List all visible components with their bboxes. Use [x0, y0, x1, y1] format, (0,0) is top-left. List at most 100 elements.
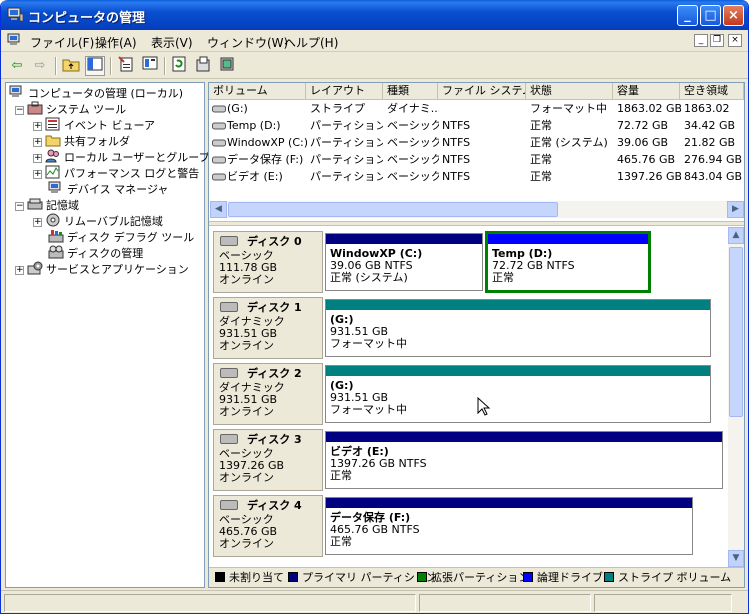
legend-swatch [417, 572, 427, 582]
disk-name: ディスク 1 [247, 301, 302, 314]
tree-item-disk-management[interactable]: ディスクの管理 [48, 245, 144, 261]
close-button[interactable]: × [723, 5, 744, 26]
tree-item-services[interactable]: + サービスとアプリケーション [15, 261, 189, 277]
tree-item-device-manager[interactable]: デバイス マネージャ [48, 181, 168, 197]
toolbar-separator [110, 57, 112, 75]
column-header-layout[interactable]: レイアウト [306, 83, 383, 99]
settings-icon[interactable] [217, 56, 237, 76]
partition-block[interactable]: データ保存 (F:) 465.76 GB NTFS 正常 [325, 497, 693, 555]
disk-info[interactable]: ディスク 3 ベーシック 1397.26 GB オンライン [213, 429, 323, 491]
tree-label: ディスクの管理 [67, 247, 144, 260]
volume-row[interactable]: データ保存 (F:) パーティション ベーシック NTFS 正常 465.76 GB 276… [209, 151, 744, 168]
refresh-icon[interactable] [169, 56, 189, 76]
tree-label: システム ツール [46, 103, 127, 116]
disk-info[interactable]: ディスク 2 ダイナミック 931.51 GB オンライン [213, 363, 323, 425]
expand-icon[interactable]: + [15, 266, 24, 275]
child-close-button[interactable]: × [728, 34, 742, 47]
disk-info[interactable]: ディスク 4 ベーシック 465.76 GB オンライン [213, 495, 323, 557]
menu-view[interactable]: 表示(V) [151, 34, 193, 51]
up-folder-icon[interactable] [61, 56, 81, 76]
expand-icon[interactable]: + [33, 138, 42, 147]
tree-item-event-viewer[interactable]: + イベント ビューア [33, 117, 155, 133]
tree-item-perf-logs[interactable]: + パフォーマンス ログと警告 [33, 165, 199, 181]
scroll-up-button[interactable]: ▲ [728, 227, 744, 244]
maximize-button[interactable]: □ [700, 5, 721, 26]
partition-block[interactable]: ビデオ (E:) 1397.26 GB NTFS 正常 [325, 431, 723, 489]
help-icon[interactable] [193, 56, 213, 76]
disk-info[interactable]: ディスク 1 ダイナミック 931.51 GB オンライン [213, 297, 323, 359]
expand-icon[interactable]: + [33, 122, 42, 131]
collapse-icon[interactable]: − [15, 106, 24, 115]
properties-icon[interactable] [116, 56, 136, 76]
column-header-type[interactable]: 種類 [383, 83, 438, 99]
minimize-button[interactable]: _ [677, 5, 698, 26]
expand-icon[interactable]: + [33, 218, 42, 227]
vertical-scrollbar[interactable]: ▲ ▼ [728, 227, 744, 567]
tree-item-removable[interactable]: + リムーバブル記憶域 [33, 213, 163, 229]
expand-icon[interactable]: + [33, 170, 42, 179]
tree-item-defrag[interactable]: ディスク デフラグ ツール [48, 229, 194, 245]
forward-arrow-icon[interactable]: ⇨ [30, 56, 50, 76]
volume-row[interactable]: ビデオ (E:) パーティション ベーシック NTFS 正常 1397.26 GB 843.… [209, 168, 744, 185]
tree-label: 共有フォルダ [64, 135, 130, 148]
disk-row[interactable]: ディスク 3 ベーシック 1397.26 GB オンライン ビデオ (E:) 1397.2… [213, 429, 726, 491]
back-arrow-icon[interactable]: ⇦ [7, 56, 27, 76]
horizontal-scrollbar[interactable]: ◀ ▶ [210, 201, 744, 218]
column-header-capacity[interactable]: 容量 [613, 83, 680, 99]
collapse-icon[interactable]: − [15, 202, 24, 211]
expand-icon[interactable]: + [33, 154, 42, 163]
tree-label: ディスク デフラグ ツール [67, 231, 195, 244]
scroll-down-button[interactable]: ▼ [728, 550, 744, 567]
column-header-volume[interactable]: ボリューム [209, 83, 306, 99]
disk-info[interactable]: ディスク 0 ベーシック 111.78 GB オンライン [213, 231, 323, 293]
disk-row[interactable]: ディスク 1 ダイナミック 931.51 GB オンライン (G:) 931.51 GB フ… [213, 297, 726, 359]
column-header-free-space[interactable]: 空き領域 [680, 83, 744, 99]
disk-row[interactable]: ディスク 2 ダイナミック 931.51 GB オンライン (G:) 931.51 GB フ… [213, 363, 726, 425]
removable-storage-icon [46, 213, 60, 227]
volume-layout-cell: パーティション [310, 136, 383, 149]
child-minimize-button[interactable]: _ [694, 34, 708, 47]
volume-row[interactable]: WindowXP (C:) パーティション ベーシック NTFS 正常 (システム) 39… [209, 134, 744, 151]
volume-type-cell: ベーシック [387, 170, 439, 183]
tree-item-system-tools[interactable]: − システム ツール [15, 101, 126, 117]
volume-fs-cell: NTFS [442, 153, 471, 166]
pane-splitter[interactable] [209, 221, 744, 226]
tree-item-local-users[interactable]: + ローカル ユーザーとグループ [33, 149, 210, 165]
status-cell [594, 594, 732, 612]
volume-layout-cell: ストライプ [310, 102, 365, 115]
legend-item: 拡張パーティション [417, 572, 529, 584]
scrollbar-thumb[interactable] [228, 202, 558, 217]
partition-block[interactable]: (G:) 931.51 GB フォーマット中 [325, 365, 711, 423]
scroll-right-button[interactable]: ▶ [727, 201, 744, 218]
scrollbar-thumb[interactable] [729, 247, 743, 417]
menu-action[interactable]: 操作(A) [95, 34, 137, 51]
device-manager-icon [48, 181, 61, 193]
scroll-left-button[interactable]: ◀ [210, 201, 227, 218]
tree-item-shared-folders[interactable]: + 共有フォルダ [33, 133, 130, 149]
show-hide-tree-icon[interactable] [85, 56, 105, 76]
legend-item: プライマリ パーティション [288, 572, 437, 584]
disk-row[interactable]: ディスク 0 ベーシック 111.78 GB オンライン WindowXP (C:) 39… [213, 231, 726, 293]
partition-block[interactable]: WindowXP (C:) 39.06 GB NTFS 正常 (システム) [325, 233, 483, 291]
column-header-status[interactable]: 状態 [526, 83, 613, 99]
partition-block[interactable]: (G:) 931.51 GB フォーマット中 [325, 299, 711, 357]
disk-row[interactable]: ディスク 4 ベーシック 465.76 GB オンライン データ保存 (F:) 465.7… [213, 495, 726, 557]
child-restore-button[interactable]: ❐ [710, 34, 724, 47]
column-header-filesystem[interactable]: ファイル システム [438, 83, 526, 99]
legend-item: 論理ドライブ [523, 572, 603, 584]
partition-block[interactable]: Temp (D:) 72.72 GB NTFS 正常 [485, 231, 651, 293]
mmc-icon[interactable] [7, 33, 23, 48]
computer-management-icon [7, 7, 24, 22]
app-window: コンピュータの管理 _ □ × ファイル(F) 操作(A) 表示(V) ウィンド… [0, 0, 749, 614]
title-bar[interactable]: コンピュータの管理 _ □ × [1, 0, 748, 30]
volume-row[interactable]: Temp (D:) パーティション ベーシック NTFS 正常 72.72 GB 34.42… [209, 117, 744, 134]
menu-window[interactable]: ウィンドウ(W) [207, 34, 288, 51]
disk-drive-icon [220, 368, 238, 378]
export-list-icon[interactable] [140, 56, 160, 76]
tree-item-storage[interactable]: − 記憶域 [15, 197, 79, 213]
menu-help[interactable]: ヘルプ(H) [284, 34, 338, 51]
volume-row[interactable]: (G:) ストライプ ダイナミ... フォーマット中 1863.02 GB 1863.02 [209, 100, 744, 117]
menu-file[interactable]: ファイル(F) [30, 34, 94, 51]
tree-item-root[interactable]: コンピュータの管理 (ローカル) [9, 85, 183, 101]
partition-type-bar [488, 234, 648, 244]
